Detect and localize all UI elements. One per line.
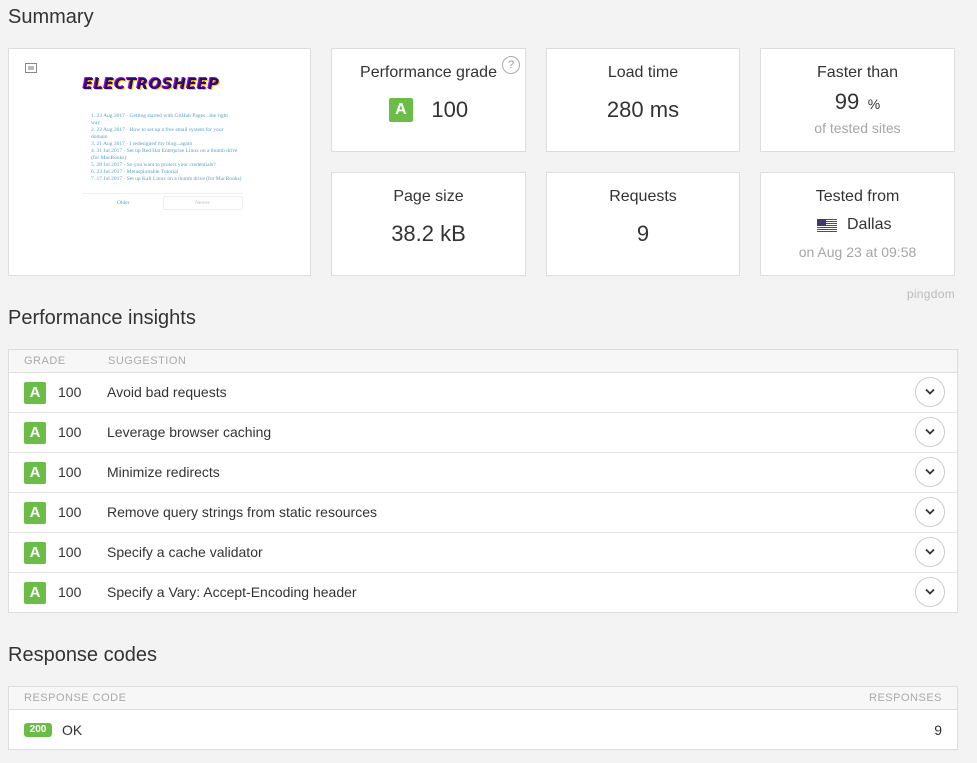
performance-insights-heading: Performance insights: [8, 307, 196, 329]
response-codes-header: RESPONSE CODE RESPONSES: [9, 687, 957, 710]
grade-badge: A: [24, 462, 46, 484]
grade-badge: A: [24, 542, 46, 564]
us-flag-icon: [817, 219, 837, 232]
insights-table-header: GRADE SUGGESTION: [9, 350, 957, 373]
page-size-value: 38.2 kB: [391, 221, 466, 246]
chevron-down-icon: [925, 508, 935, 515]
thumbnail-line: 3. 21 Aug 2017 · I redesigned my blog...…: [91, 141, 193, 147]
performance-grade-card: Performance grade ? A 100: [331, 48, 526, 152]
grade-badge: A: [24, 582, 46, 604]
faster-than-value: 99 %: [761, 89, 954, 115]
chevron-down-icon: [925, 428, 935, 435]
thumbnail-newer: Newer: [195, 200, 210, 206]
response-code-column-header: RESPONSE CODE: [24, 692, 127, 704]
insight-score: 100: [58, 464, 82, 480]
tested-from-location: Dallas: [847, 216, 892, 233]
insight-row[interactable]: A 100 Minimize redirects: [9, 453, 957, 493]
faster-than-label: Faster than: [817, 64, 898, 81]
help-icon[interactable]: ?: [502, 56, 520, 74]
page-size-label: Page size: [393, 188, 464, 205]
pingdom-logo: pingdom: [906, 287, 955, 301]
thumbnail-pager: Older Newer: [83, 193, 243, 211]
insight-row[interactable]: A 100 Specify a cache validator: [9, 533, 957, 573]
grade-badge: A: [24, 382, 46, 404]
thumbnail-logo: ELECTROSHEEP: [83, 75, 220, 93]
insight-row[interactable]: A 100 Remove query strings from static r…: [9, 493, 957, 533]
requests-card: Requests 9: [546, 172, 740, 276]
response-codes-heading: Response codes: [8, 644, 157, 666]
image-icon: [25, 63, 37, 73]
thumbnail-line: (for MacBooks): [91, 155, 127, 161]
expand-button[interactable]: [915, 497, 945, 527]
load-time-card: Load time 280 ms: [546, 48, 740, 152]
load-time-label: Load time: [607, 64, 679, 81]
tested-from-label: Tested from: [815, 188, 900, 205]
insight-score: 100: [58, 584, 82, 600]
suggestion-column-header: SUGGESTION: [108, 355, 187, 367]
grade-badge: A: [24, 422, 46, 444]
grade-badge: A: [24, 502, 46, 524]
page-screenshot-thumbnail: ELECTROSHEEP 1. 23 Aug 2017 · Getting st…: [8, 48, 311, 276]
performance-grade-label: Performance grade: [360, 64, 497, 81]
summary-heading: Summary: [8, 6, 94, 28]
response-count: 9: [934, 722, 942, 738]
insight-suggestion: Specify a Vary: Accept-Encoding header: [107, 584, 357, 600]
faster-than-sub: of tested sites: [814, 120, 901, 136]
insight-score: 100: [58, 544, 82, 560]
insight-row[interactable]: A 100 Specify a Vary: Accept-Encoding he…: [9, 573, 957, 613]
faster-than-unit: %: [867, 96, 881, 112]
chevron-down-icon: [925, 588, 935, 595]
thumbnail-line: way: [91, 120, 101, 126]
expand-button[interactable]: [915, 537, 945, 567]
expand-button[interactable]: [915, 577, 945, 607]
expand-button[interactable]: [915, 417, 945, 447]
performance-grade-value: A 100: [332, 97, 525, 123]
faster-than-card: Faster than 99 % of tested sites: [760, 48, 955, 152]
insight-score: 100: [58, 384, 82, 400]
response-codes-table: RESPONSE CODE RESPONSES 200 OK 9: [8, 686, 958, 750]
insight-score: 100: [58, 504, 82, 520]
thumbnail-older: Older: [117, 200, 130, 206]
chevron-down-icon: [925, 548, 935, 555]
thumbnail-line: 6. 23 Jul 2017 · Metasploitable Tutorial: [91, 169, 179, 175]
insight-suggestion: Leverage browser caching: [107, 424, 272, 440]
requests-value: 9: [636, 221, 650, 246]
insight-suggestion: Avoid bad requests: [107, 384, 227, 400]
performance-score: 100: [431, 97, 469, 122]
thumbnail-line: domain: [91, 134, 108, 140]
thumbnail-line: 2. 22 Aug 2017 · How to set up a free em…: [91, 127, 224, 133]
chevron-down-icon: [925, 468, 935, 475]
thumbnail-line: 7. 17 Jul 2017 · Set up Kali Linux on a …: [91, 176, 242, 182]
insight-suggestion: Minimize redirects: [107, 464, 220, 480]
insight-suggestion: Specify a cache validator: [107, 544, 263, 560]
insight-score: 100: [58, 424, 82, 440]
thumbnail-line: 1. 23 Aug 2017 · Getting started with Gi…: [91, 113, 228, 119]
thumbnail-line: 4. 31 Jul 2017 · Set up Red Hat Enterpri…: [91, 148, 238, 154]
page-size-card: Page size 38.2 kB: [331, 172, 526, 276]
response-code-row: 200 OK 9: [9, 710, 957, 750]
grade-badge: A: [388, 98, 413, 122]
tested-from-card: Tested from Dallas on Aug 23 at 09:58: [760, 172, 955, 276]
insights-table: GRADE SUGGESTION A 100 Avoid bad request…: [8, 349, 958, 613]
insight-suggestion: Remove query strings from static resourc…: [107, 504, 377, 520]
insight-row[interactable]: A 100 Avoid bad requests: [9, 373, 957, 413]
tested-from-date: on Aug 23 at 09:58: [798, 244, 917, 260]
responses-column-header: RESPONSES: [869, 692, 942, 704]
grade-column-header: GRADE: [24, 355, 66, 367]
requests-label: Requests: [609, 188, 677, 205]
status-code-badge: 200: [24, 723, 52, 737]
expand-button[interactable]: [915, 457, 945, 487]
thumbnail-line: 5. 28 Jul 2017 · So you want to protect …: [91, 162, 216, 168]
expand-button[interactable]: [915, 377, 945, 407]
load-time-value: 280 ms: [606, 97, 680, 122]
faster-than-number: 99: [834, 89, 860, 114]
insight-row[interactable]: A 100 Leverage browser caching: [9, 413, 957, 453]
chevron-down-icon: [925, 388, 935, 395]
status-code-label: OK: [62, 722, 83, 738]
